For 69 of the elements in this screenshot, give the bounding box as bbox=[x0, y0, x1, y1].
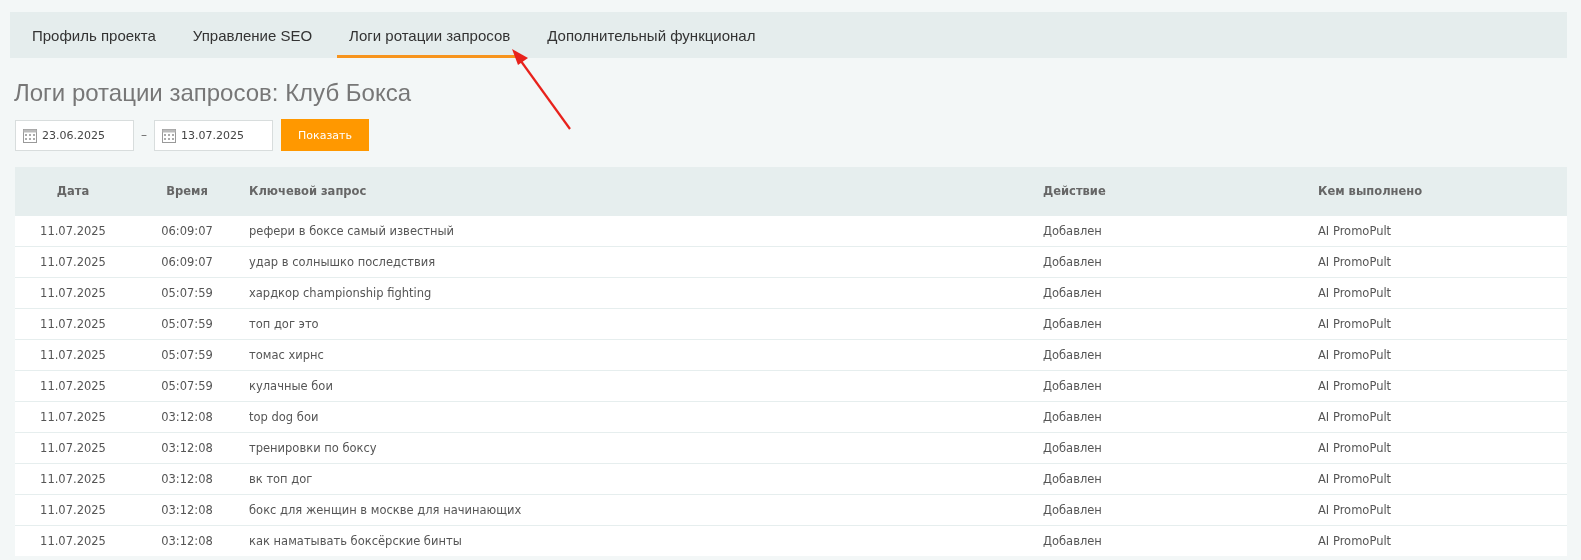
column-header: Дата bbox=[55, 184, 91, 198]
table-cell-text: рефери в боксе самый известный bbox=[248, 224, 456, 238]
table-cell-text: Добавлен bbox=[1042, 534, 1103, 548]
table-cell-text: top dog бои bbox=[248, 410, 320, 424]
table-cell-text: AI PromoPult bbox=[1317, 379, 1393, 393]
table-cell-text: 11.07.2025 bbox=[39, 317, 107, 331]
table-cell-text: 11.07.2025 bbox=[39, 534, 107, 548]
table-cell-text: Добавлен bbox=[1042, 441, 1103, 455]
table-cell-text: 05:07:59 bbox=[160, 317, 214, 331]
table-cell-text: удар в солнышко последствия bbox=[248, 255, 437, 269]
table-cell-text: AI PromoPult bbox=[1317, 410, 1393, 424]
table-cell-text: AI PromoPult bbox=[1317, 348, 1393, 362]
table-cell-text: AI PromoPult bbox=[1317, 472, 1393, 486]
column-header: Ключевой запрос bbox=[248, 184, 368, 198]
column-header: Кем выполнено bbox=[1317, 184, 1424, 198]
tab[interactable]: Управление SEO bbox=[180, 12, 325, 58]
table-cell-text: 05:07:59 bbox=[160, 286, 214, 300]
table-cell-text: 03:12:08 bbox=[160, 441, 214, 455]
table-cell-text: Добавлен bbox=[1042, 410, 1103, 424]
table-cell-text: 11.07.2025 bbox=[39, 286, 107, 300]
table-cell-text: хардкор championship fighting bbox=[248, 286, 433, 300]
table-cell-text: 06:09:07 bbox=[160, 255, 214, 269]
date-field[interactable]: 13.07.2025 bbox=[154, 119, 273, 151]
table-cell-text: Добавлен bbox=[1042, 286, 1103, 300]
table-cell-text: 03:12:08 bbox=[160, 534, 214, 548]
table-cell-text: 06:09:07 bbox=[160, 224, 214, 238]
table-cell-text: Добавлен bbox=[1042, 472, 1103, 486]
table-cell-text: Добавлен bbox=[1042, 503, 1103, 517]
table-cell-text: 11.07.2025 bbox=[39, 348, 107, 362]
column-header: Время bbox=[165, 184, 209, 198]
tab[interactable]: Профиль проекта bbox=[20, 12, 168, 58]
table-cell-text: Добавлен bbox=[1042, 255, 1103, 269]
table-cell-text: 03:12:08 bbox=[160, 410, 214, 424]
table-cell-text: 05:07:59 bbox=[160, 348, 214, 362]
table-cell-text: Добавлен bbox=[1042, 224, 1103, 238]
table-cell-text: AI PromoPult bbox=[1317, 255, 1393, 269]
table-cell-text: AI PromoPult bbox=[1317, 286, 1393, 300]
date-separator: – bbox=[141, 128, 147, 142]
table-cell-text: 03:12:08 bbox=[160, 503, 214, 517]
table-cell-text: 03:12:08 bbox=[160, 472, 214, 486]
table-cell-text: AI PromoPult bbox=[1317, 317, 1393, 331]
table-cell-text: AI PromoPult bbox=[1317, 503, 1393, 517]
calendar-icon bbox=[23, 127, 37, 143]
table-cell-text: вк топ дог bbox=[248, 472, 314, 486]
tab[interactable]: Дополнительный функционал bbox=[535, 12, 768, 58]
table-cell-text: как наматывать боксёрские бинты bbox=[248, 534, 463, 548]
table-cell-text: 11.07.2025 bbox=[39, 441, 107, 455]
table-cell-text: тренировки по боксу bbox=[248, 441, 378, 455]
table-cell-text: топ дог это bbox=[248, 317, 320, 331]
table-cell-text: 05:07:59 bbox=[160, 379, 214, 393]
table-cell-text: томас хирнс bbox=[248, 348, 325, 362]
page-title: Логи ротации запросов: Клуб Бокса bbox=[14, 79, 413, 107]
calendar-icon bbox=[162, 127, 176, 143]
table-cell-text: Добавлен bbox=[1042, 379, 1103, 393]
table-cell-text: бокс для женщин в москве для начинающих bbox=[248, 503, 523, 517]
table-cell-text: 11.07.2025 bbox=[39, 255, 107, 269]
table-cell-text: AI PromoPult bbox=[1317, 441, 1393, 455]
table-cell-text: 11.07.2025 bbox=[39, 379, 107, 393]
table-cell-text: Добавлен bbox=[1042, 348, 1103, 362]
table-cell-text: AI PromoPult bbox=[1317, 534, 1393, 548]
table-cell-text: AI PromoPult bbox=[1317, 224, 1393, 238]
table-cell-text: 11.07.2025 bbox=[39, 503, 107, 517]
table-cell-text: кулачные бои bbox=[248, 379, 334, 393]
table-cell-text: 11.07.2025 bbox=[39, 224, 107, 238]
table-cell-text: 11.07.2025 bbox=[39, 472, 107, 486]
table-cell-text: 11.07.2025 bbox=[39, 410, 107, 424]
table-cell-text: Добавлен bbox=[1042, 317, 1103, 331]
column-header: Действие bbox=[1042, 184, 1107, 198]
date-field[interactable]: 23.06.2025 bbox=[15, 119, 134, 151]
